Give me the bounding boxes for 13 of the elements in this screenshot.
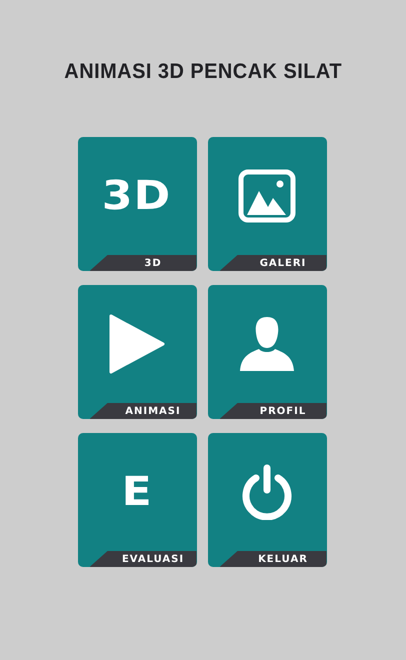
menu-tile[interactable]: PROFIL — [208, 285, 326, 419]
menu-tile[interactable]: KELUAR — [208, 433, 326, 567]
menu-tile[interactable]: ANIMASI — [78, 285, 196, 419]
menu-tile[interactable]: 3D 3D — [78, 137, 196, 271]
power-icon — [240, 464, 294, 520]
user-icon — [239, 315, 295, 373]
image-icon — [238, 169, 296, 223]
menu-tile[interactable]: E EVALUASI — [78, 433, 196, 567]
play-icon — [109, 314, 165, 374]
app-title: ANIMASI 3D PENCAK SILAT — [64, 60, 342, 84]
letter-icon: E — [121, 469, 153, 515]
menu-tile[interactable]: GALERI — [208, 137, 326, 271]
letter-icon: 3D — [102, 173, 172, 219]
